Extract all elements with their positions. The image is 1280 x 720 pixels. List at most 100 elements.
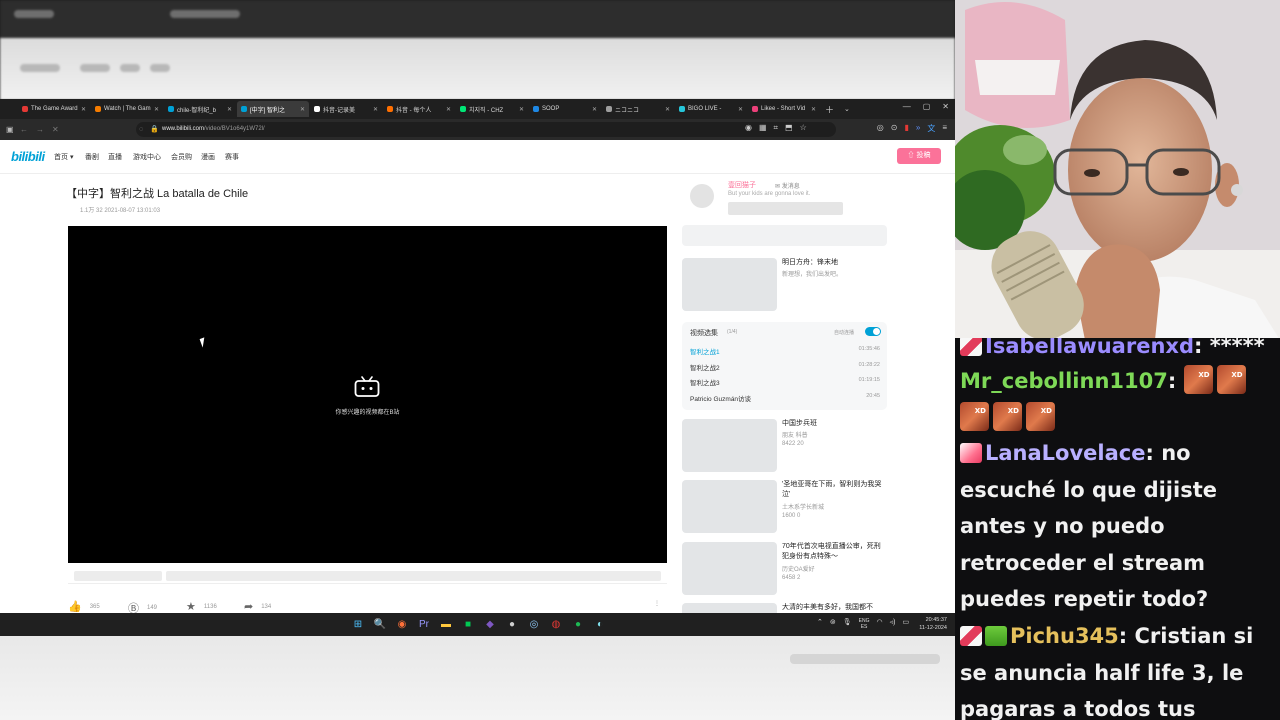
more-options-icon[interactable]: ⋮ [654, 600, 660, 607]
url-bar[interactable]: ◌ 🔒 www.bilibili.com/video/BV1o64y1W72l/ [136, 122, 836, 137]
back-button[interactable]: ← [20, 125, 36, 134]
close-window-button[interactable]: ✕ [942, 102, 949, 111]
tab-close-icon[interactable]: ✕ [663, 106, 670, 113]
wifi-icon[interactable]: ◠ [876, 618, 882, 630]
recommended-video[interactable]: '圣地亚哥在下雨，智利则为我哭泣' 土木系学长新城 1600 0 [682, 480, 887, 534]
chat-app-icon[interactable]: ■ [460, 617, 476, 632]
translate-icon[interactable]: ⌗ [774, 123, 779, 134]
browser-tab[interactable]: Likee - Short Vid ✕ [748, 101, 820, 117]
tray-app-icon[interactable]: ⊚ [830, 618, 836, 630]
share-button[interactable]: ➦ 134 [244, 600, 271, 613]
recommended-video[interactable]: 中国步兵班 朋友 科普 8422 20 [682, 419, 887, 473]
volume-icon[interactable]: ◃) [890, 618, 896, 630]
steam-icon[interactable]: ◎ [526, 617, 542, 632]
blue-extension-icon[interactable]: » [916, 123, 920, 134]
danmaku-input-placeholder[interactable] [166, 571, 661, 581]
microphone-icon[interactable]: 🎙 [843, 618, 852, 630]
tab-close-icon[interactable]: ✕ [809, 106, 816, 113]
nav-item[interactable]: 首页 ▾ [54, 152, 73, 162]
download-icon[interactable]: ⊙ [891, 123, 898, 134]
file-explorer-icon[interactable]: ▬ [438, 617, 454, 632]
nav-item[interactable]: 赛事 [225, 152, 239, 162]
browser-tab[interactable]: ニコニコ ✕ [602, 101, 674, 117]
tab-close-icon[interactable]: ✕ [79, 106, 86, 113]
bookmark-star-icon[interactable]: ☆ [800, 123, 807, 134]
recommended-thumbnail[interactable] [682, 419, 777, 472]
recommended-thumbnail[interactable] [682, 480, 777, 533]
chat-username[interactable]: Mr_cebollinn1107 [960, 369, 1168, 393]
follow-button[interactable] [728, 202, 843, 215]
chat-username[interactable]: LanaLovelace [985, 441, 1145, 465]
recommended-title[interactable]: 70年代首次电视直播公审，死刑犯身份有点特殊～ [782, 542, 887, 562]
screenshot-icon[interactable]: ▦ [759, 123, 767, 134]
recommended-title[interactable]: 大清的丰美有多好，我国都不 [782, 603, 887, 613]
tab-close-icon[interactable]: ✕ [736, 106, 743, 113]
autoplay-toggle[interactable] [865, 327, 881, 336]
premiere-icon[interactable]: Pr [416, 617, 432, 632]
recommended-thumbnail[interactable] [682, 603, 777, 613]
nav-item[interactable]: 会员购 [171, 152, 192, 162]
bilibili-logo[interactable]: bilibili [11, 149, 45, 164]
chat-username[interactable]: Pichu345 [1010, 624, 1119, 648]
translate-ext-icon[interactable]: 文 [927, 123, 935, 134]
tab-close-icon[interactable]: ✕ [590, 106, 597, 113]
tab-close-icon[interactable]: ✕ [517, 106, 524, 113]
windows-start-icon[interactable]: ⊞ [350, 617, 366, 632]
profile-icon[interactable]: ◎ [877, 123, 884, 134]
reload-button[interactable]: ✕ [52, 125, 68, 134]
new-tab-button[interactable]: ＋ [825, 103, 834, 116]
red-extension-icon[interactable]: ▮ [904, 123, 908, 134]
sidebar-banner[interactable] [682, 225, 887, 246]
recommended-video[interactable]: 大清的丰美有多好，我国都不 [682, 603, 887, 613]
chat-username[interactable]: Isabellawuarenxd [985, 338, 1194, 358]
browser-tab[interactable]: Watch | The Gam ✕ [91, 101, 163, 117]
browser-tab[interactable]: 치지직 - CHZ ✕ [456, 101, 528, 117]
tab-close-icon[interactable]: ✕ [225, 106, 232, 113]
tab-close-icon[interactable]: ✕ [152, 106, 159, 113]
browser-tab[interactable]: The Game Award ✕ [18, 101, 90, 117]
extension-icon[interactable]: ⬒ [785, 123, 793, 134]
coin-button[interactable]: Ⓑ 149 [128, 600, 157, 613]
recommended-thumbnail[interactable] [682, 258, 777, 311]
video-player[interactable]: 你感兴趣的视频都在B站 [68, 226, 667, 563]
uploader-avatar[interactable] [690, 184, 714, 208]
nav-item[interactable]: 直播 [108, 152, 122, 162]
uploader-name[interactable]: 壹回猫子 [728, 180, 756, 190]
maximize-button[interactable]: ▢ [923, 102, 931, 111]
nav-item[interactable]: 游戏中心 [133, 152, 161, 162]
recommended-video[interactable]: 明日方舟：锋末地 新理想，我们出发吧。 [682, 258, 887, 312]
discord-icon[interactable]: ◆ [482, 617, 498, 632]
browser-tab[interactable]: [中字] 智利之 ✕ [237, 101, 309, 117]
monitor-icon[interactable]: ▭ [902, 618, 909, 630]
recommended-thumbnail[interactable] [682, 542, 777, 595]
tab-list-icon[interactable]: ⌄ [844, 105, 850, 113]
minimize-button[interactable]: — [903, 102, 911, 111]
send-message-link[interactable]: ✉ 发消息 [775, 181, 800, 190]
menu-icon[interactable]: ≡ [942, 123, 947, 134]
playlist-item[interactable]: 智利之战3 01:19:15 [690, 377, 880, 389]
upload-button[interactable]: ⇧ 投稿 [897, 148, 941, 164]
playlist-item[interactable]: 智利之战2 01:28:22 [690, 362, 880, 374]
nav-item[interactable]: 番剧 [85, 152, 99, 162]
nav-item[interactable]: 漫画 [201, 152, 215, 162]
browser-tab[interactable]: BIGO LIVE - ✕ [675, 101, 747, 117]
recommended-title[interactable]: '圣地亚哥在下雨，智利则为我哭泣' [782, 480, 887, 500]
recommended-video[interactable]: 70年代首次电视直播公审，死刑犯身份有点特殊～ 历史OA爱好 6458 2 [682, 542, 887, 596]
browser-tab[interactable]: chile-智利纪_b ✕ [164, 101, 236, 117]
favorite-button[interactable]: ★ 1136 [186, 600, 217, 613]
sidebar-toggle-icon[interactable]: ▣ [6, 125, 20, 134]
tab-close-icon[interactable]: ✕ [444, 106, 451, 113]
recommended-title[interactable]: 中国步兵班 [782, 419, 887, 429]
browser-tab[interactable]: 抖音-记录美 ✕ [310, 101, 382, 117]
recommended-title[interactable]: 明日方舟：锋末地 [782, 258, 887, 268]
search-icon[interactable]: 🔍 [372, 617, 388, 632]
playlist-item[interactable]: Patricio Guzmán访谈 20:45 [690, 393, 880, 405]
firefox-icon[interactable]: ◉ [394, 617, 410, 632]
tab-close-icon[interactable]: ✕ [371, 106, 378, 113]
like-button[interactable]: 👍 365 [68, 600, 100, 613]
globe-icon[interactable]: ◐ [592, 617, 608, 632]
chrome-icon[interactable]: ◍ [548, 617, 564, 632]
browser-tab[interactable]: SOOP ✕ [529, 101, 601, 117]
tray-chevron-icon[interactable]: ⌃ [817, 618, 823, 630]
tab-close-icon[interactable]: ✕ [298, 106, 305, 113]
